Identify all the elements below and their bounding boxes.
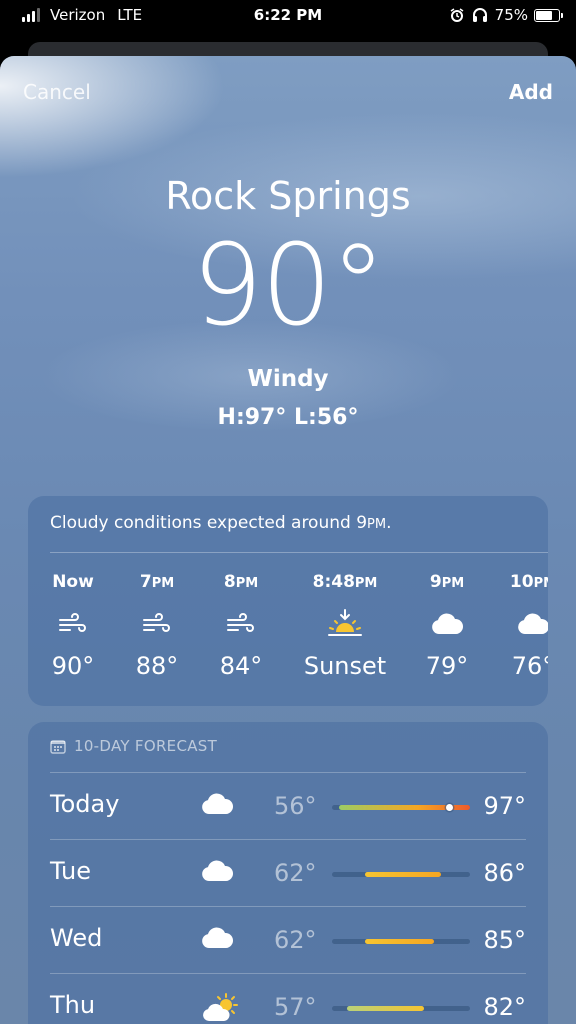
hour-temperature: 76° — [511, 652, 548, 680]
temperature-range-track — [332, 804, 470, 811]
hour-time: 8:48PM — [300, 572, 390, 594]
forecast-day: Wed — [50, 924, 103, 952]
ten-day-header: 10-DAY FORECAST — [50, 737, 217, 755]
hour-time-suffix: PM — [151, 576, 175, 591]
forecast-row[interactable]: Tue 62° 86° — [50, 839, 526, 907]
temperature-range-bar — [365, 939, 435, 944]
hour-item: 7PM 88° — [112, 572, 202, 680]
forecast-row[interactable]: Wed 62° 85° — [50, 906, 526, 974]
high-low-label: H:97° L:56° — [217, 405, 359, 430]
temperature-range-track — [332, 872, 470, 877]
forecast-row[interactable]: Thu 57° 82° — [50, 973, 526, 1024]
sunset-icon — [300, 604, 390, 644]
hour-time: Now — [28, 572, 118, 594]
hour-item: 8:48PM Sunset — [300, 572, 390, 680]
hourly-forecast-card[interactable]: Cloudy conditions expected around 9PM. N… — [28, 496, 548, 706]
calendar-icon — [50, 739, 66, 754]
hour-item: 9PM 79° — [402, 572, 492, 680]
forecast-high: 82° — [483, 993, 526, 1021]
headphones-icon — [472, 8, 487, 22]
summary-text: Cloudy conditions expected around 9 — [50, 513, 368, 533]
forecast-high: 85° — [483, 926, 526, 954]
hour-time-value: 10 — [509, 572, 534, 592]
wind-icon — [28, 604, 118, 644]
current-temperature: 90° — [191, 221, 387, 351]
hour-time: 8PM — [196, 572, 286, 594]
hour-time-value: 8:48 — [312, 572, 355, 592]
hour-temperature: Sunset — [303, 652, 387, 680]
temperature-range-track — [332, 939, 470, 944]
hour-item: Now 90° — [28, 572, 118, 680]
hour-time-suffix: PM — [354, 576, 378, 591]
hour-temperature: 90° — [51, 652, 95, 680]
summary-suffix: PM — [367, 517, 387, 532]
summary-end: . — [386, 513, 392, 533]
hour-time-value: 9 — [429, 572, 442, 592]
ten-day-forecast-card[interactable]: 10-DAY FORECAST Today 56° 97° Tue 62° 86° Wed 6… — [28, 722, 548, 1024]
forecast-high: 86° — [483, 859, 526, 887]
temperature-range-track — [332, 1006, 470, 1011]
current-temperature-dot — [445, 804, 453, 811]
divider — [50, 552, 548, 553]
hour-temperature: 88° — [135, 652, 179, 680]
hour-temperature: 79° — [425, 652, 469, 680]
forecast-row[interactable]: Today 56° 97° — [50, 772, 526, 840]
hour-time: 7PM — [112, 572, 202, 594]
battery-icon — [534, 8, 563, 22]
alarm-icon — [450, 8, 464, 22]
forecast-low: 62° — [274, 926, 317, 954]
wind-icon — [112, 604, 202, 644]
forecast-day: Thu — [50, 991, 96, 1019]
hour-item: 8PM 84° — [196, 572, 286, 680]
forecast-low: 57° — [274, 993, 317, 1021]
cloud-icon — [402, 604, 492, 644]
hour-time-suffix: PM — [235, 576, 259, 591]
forecast-day: Today — [50, 790, 120, 818]
hour-time-value: Now — [52, 572, 94, 592]
cloud-icon — [200, 792, 240, 822]
hour-time: 9PM — [402, 572, 492, 594]
partly-sunny-icon — [200, 993, 240, 1023]
battery-percent: 75% — [494, 6, 528, 24]
hour-temperature: 84° — [219, 652, 263, 680]
cancel-button[interactable]: Cancel — [23, 80, 91, 104]
hour-time-value: 7 — [139, 572, 152, 592]
hour-time-value: 8 — [223, 572, 236, 592]
temperature-range-bar — [347, 1006, 425, 1011]
forecast-low: 62° — [274, 859, 317, 887]
hour-time-suffix: PM — [441, 576, 465, 591]
forecast-low: 56° — [274, 792, 317, 820]
weather-sheet: Cancel Add Rock Springs 90° Windy H:97° … — [0, 56, 576, 1024]
forecast-day: Tue — [50, 857, 91, 885]
cloud-icon — [200, 926, 240, 956]
cloud-icon — [488, 604, 548, 644]
wind-icon — [196, 604, 286, 644]
temperature-range-bar — [365, 872, 441, 877]
status-right: 75% — [449, 6, 563, 24]
status-bar: Verizon LTE 6:22 PM 75% — [0, 0, 576, 30]
cloud-icon — [200, 859, 240, 889]
hour-item: 10PM 76° — [488, 572, 548, 680]
hour-time: 10PM — [488, 572, 548, 594]
ten-day-title: 10-DAY FORECAST — [74, 737, 218, 755]
city-name: Rock Springs — [165, 174, 411, 218]
hourly-summary: Cloudy conditions expected around 9PM. — [50, 513, 391, 533]
add-button[interactable]: Add — [509, 80, 553, 104]
forecast-high: 97° — [483, 792, 526, 820]
condition-label: Windy — [247, 366, 329, 392]
hour-time-suffix: PM — [533, 576, 548, 591]
